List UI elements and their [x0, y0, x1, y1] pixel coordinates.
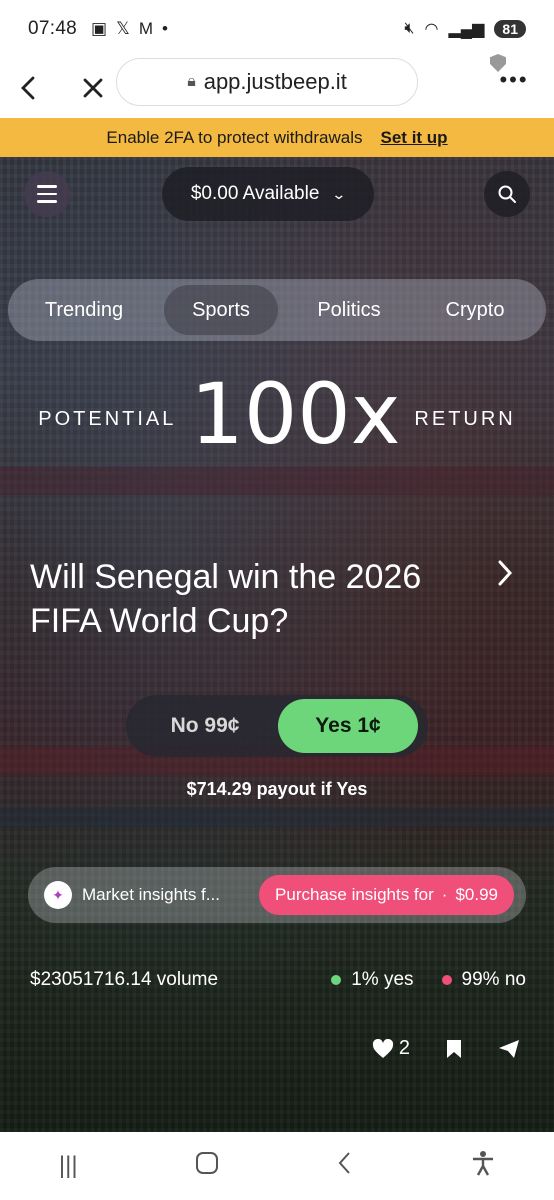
- category-tabs: Trending Sports Politics Crypto: [8, 279, 546, 341]
- balance-text: $0.00 Available: [190, 183, 320, 204]
- recents-icon[interactable]: |||: [59, 1152, 78, 1180]
- outcome-toggle: No 99¢ Yes 1¢: [126, 695, 428, 757]
- market-actions: 2: [372, 1037, 520, 1060]
- like-count: 2: [398, 1037, 410, 1059]
- close-icon: [83, 78, 103, 98]
- return-label: RETURN: [414, 407, 516, 430]
- market-question[interactable]: Will Senegal win the 2026 FIFA World Cup…: [30, 555, 480, 643]
- battery-icon: 81: [494, 20, 526, 38]
- bookmark-button[interactable]: [446, 1039, 462, 1059]
- share-button[interactable]: [498, 1039, 520, 1059]
- insights-bar: ✦ Market insights f... Purchase insights…: [28, 867, 526, 923]
- menu-button[interactable]: [24, 171, 70, 217]
- balance-dropdown[interactable]: $0.00 Available ⌄: [162, 167, 374, 221]
- accessibility-icon[interactable]: [471, 1150, 495, 1183]
- return-headline: POTENTIAL 100x RETURN: [0, 369, 554, 459]
- chevron-right-icon: [498, 560, 513, 586]
- status-time: 07:48: [28, 18, 78, 39]
- x-icon: 𝕏: [116, 19, 130, 38]
- status-bar: 07:48 ▣ 𝕏 M • 🔇︎ ◠ ▂▄▆ 81: [0, 0, 554, 58]
- back-nav-icon[interactable]: [337, 1151, 353, 1182]
- notification-icons: ▣ 𝕏 M •: [91, 19, 168, 39]
- bookmark-icon: [447, 1039, 461, 1058]
- search-button[interactable]: [484, 171, 530, 217]
- system-nav-bar: |||: [0, 1132, 554, 1200]
- yes-option[interactable]: Yes 1¢: [278, 699, 418, 753]
- market-stats: $23051716.14 volume 1% yes 99% no: [30, 969, 526, 991]
- next-market-button[interactable]: [496, 557, 514, 596]
- yes-dot-icon: [331, 975, 342, 985]
- potential-label: POTENTIAL: [38, 407, 177, 430]
- purchase-price: $0.99: [455, 885, 498, 904]
- tab-crypto[interactable]: Crypto: [420, 285, 530, 335]
- browser-menu-button[interactable]: •••: [490, 54, 534, 100]
- lock-icon: 🔒︎: [187, 73, 196, 90]
- multiplier: 100x: [190, 365, 401, 463]
- separator-dot: ·: [441, 885, 448, 904]
- no-option[interactable]: No 99¢: [132, 714, 278, 738]
- tab-politics[interactable]: Politics: [284, 285, 414, 335]
- url-text: app.justbeep.it: [203, 69, 347, 94]
- tab-sports[interactable]: Sports: [164, 285, 278, 335]
- no-percent: 99% no: [461, 969, 526, 990]
- insights-label: Market insights f...: [82, 885, 220, 904]
- browser-toolbar: 🔒︎ app.justbeep.it •••: [0, 54, 554, 118]
- tab-trending[interactable]: Trending: [14, 285, 154, 335]
- back-button[interactable]: [8, 67, 50, 109]
- signal-icon: ▂▄▆: [448, 21, 485, 38]
- like-button[interactable]: 2: [372, 1037, 410, 1060]
- close-tab-button[interactable]: [72, 67, 114, 109]
- banner-message: Enable 2FA to protect withdrawals: [106, 127, 363, 147]
- search-icon: [498, 185, 516, 203]
- gmail-icon: M: [138, 19, 153, 38]
- purchase-insights-button[interactable]: Purchase insights for · $0.99: [259, 875, 514, 915]
- wifi-icon: ◠: [424, 21, 439, 38]
- home-icon[interactable]: [195, 1151, 219, 1182]
- chevron-left-icon: [21, 76, 35, 100]
- market-hero: $0.00 Available ⌄ Trending Sports Politi…: [0, 157, 554, 1132]
- send-icon: [499, 1039, 519, 1058]
- heart-icon: [372, 1038, 393, 1058]
- volume-text: $23051716.14 volume: [30, 969, 219, 990]
- no-share: 99% no: [441, 969, 526, 991]
- system-icons: 🔇︎ ◠ ▂▄▆ 81: [404, 19, 526, 39]
- address-bar[interactable]: 🔒︎ app.justbeep.it: [116, 58, 418, 106]
- sparkle-icon: ✦: [44, 881, 72, 909]
- payout-text: $714.29 payout if Yes: [186, 779, 368, 799]
- twofa-banner: Enable 2FA to protect withdrawals Set it…: [0, 118, 554, 157]
- more-icon: •••: [499, 67, 529, 92]
- purchase-label: Purchase insights for: [275, 885, 434, 904]
- yes-share: 1% yes: [331, 969, 414, 991]
- chevron-down-icon: ⌄: [331, 185, 347, 202]
- setup-2fa-link[interactable]: Set it up: [381, 128, 448, 148]
- yes-percent: 1% yes: [351, 969, 414, 990]
- dot-icon: •: [161, 19, 168, 38]
- screenshot-icon: ▣: [91, 19, 108, 38]
- no-dot-icon: [441, 975, 452, 985]
- mute-icon: 🔇︎: [404, 20, 415, 37]
